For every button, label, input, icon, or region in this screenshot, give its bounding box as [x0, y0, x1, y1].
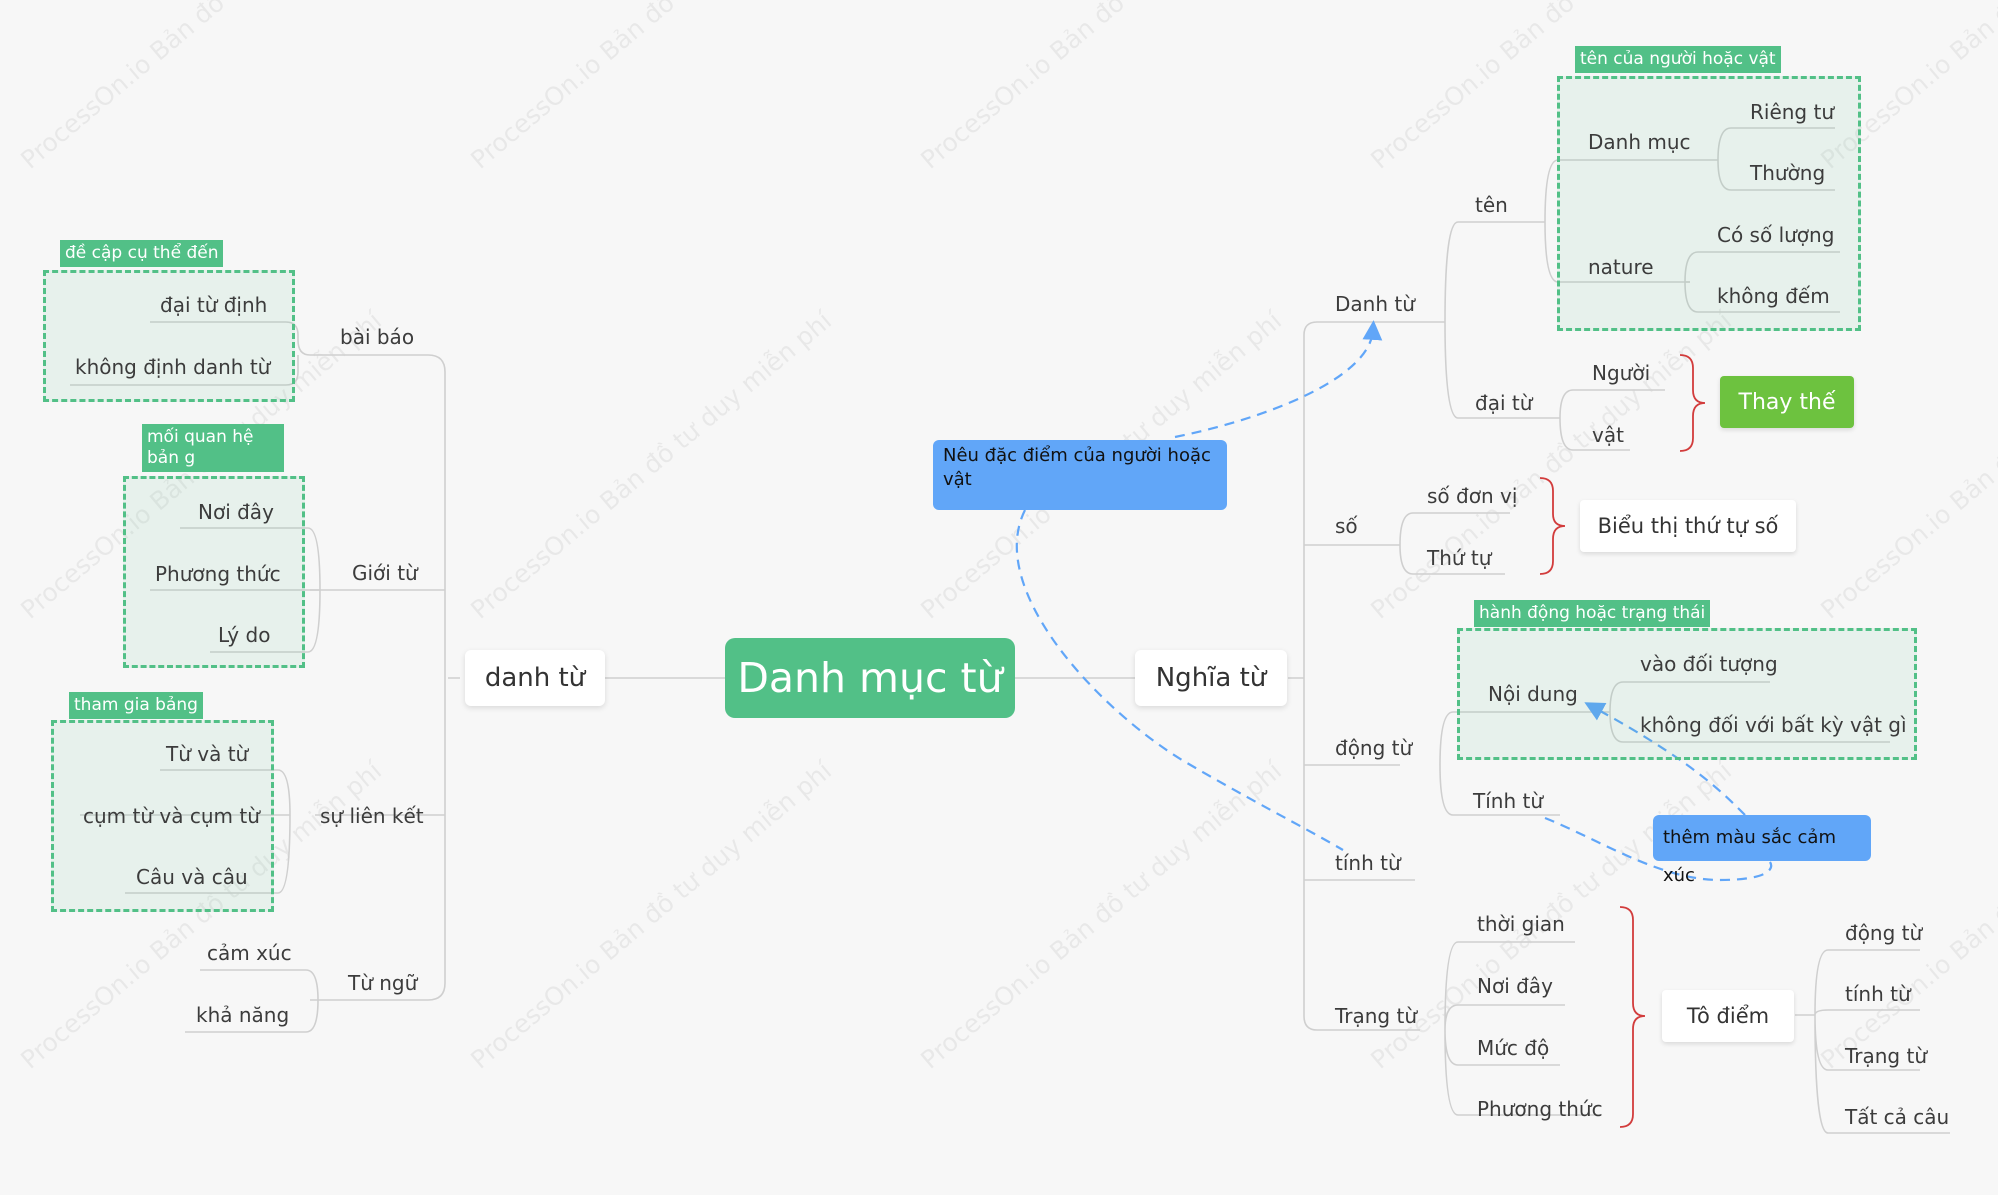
node-adjective[interactable]: tính từ	[1335, 851, 1401, 875]
topic-word-meaning[interactable]: Nghĩa từ	[1135, 650, 1287, 706]
node-reason[interactable]: Lý do	[218, 623, 270, 647]
node-decor-adjective[interactable]: tính từ	[1845, 982, 1911, 1006]
node-common[interactable]: Thường	[1750, 161, 1825, 185]
node-interjection[interactable]: Từ ngữ	[348, 971, 417, 995]
node-content[interactable]: Nội dung	[1488, 682, 1578, 706]
box-label-name: tên của người hoặc vật	[1575, 46, 1781, 73]
node-sentence-sentence[interactable]: Câu và câu	[136, 865, 248, 889]
box-label-content: hành động hoặc trạng thái	[1474, 600, 1711, 627]
root-topic[interactable]: Danh mục từ	[725, 638, 1015, 718]
node-ability[interactable]: khả năng	[196, 1003, 289, 1027]
node-verb-adjective[interactable]: Tính từ	[1473, 789, 1543, 813]
node-phrase-phrase[interactable]: cụm từ và cụm từ	[83, 804, 260, 828]
node-time[interactable]: thời gian	[1477, 912, 1565, 936]
node-uncountable[interactable]: không đếm	[1717, 284, 1830, 308]
node-person[interactable]: Người	[1592, 361, 1650, 385]
box-label-article: đề cập cụ thể đến	[60, 240, 224, 267]
node-degree[interactable]: Mức độ	[1477, 1036, 1549, 1060]
node-indefinite[interactable]: không định danh từ	[75, 355, 270, 379]
node-number[interactable]: số	[1335, 514, 1358, 538]
node-place[interactable]: Nơi đây	[198, 500, 274, 524]
summary-decorate[interactable]: Tô điểm	[1662, 990, 1794, 1042]
node-adverb[interactable]: Trạng từ	[1335, 1004, 1417, 1028]
node-adverb-manner[interactable]: Phương thức	[1477, 1097, 1603, 1121]
brace-adverb	[1619, 906, 1646, 1128]
node-nature[interactable]: nature	[1588, 255, 1654, 279]
link-pronoun	[1510, 389, 1665, 451]
box-label-preposition: mối quan hệ bản g	[142, 424, 284, 472]
boundary-article	[43, 270, 295, 402]
node-pronoun[interactable]: đại từ	[1475, 391, 1532, 415]
node-transitive[interactable]: vào đối tượng	[1640, 652, 1778, 676]
topic-noun-left[interactable]: danh từ	[465, 650, 605, 706]
node-verb[interactable]: động từ	[1335, 736, 1412, 760]
callout-describe[interactable]: Nêu đặc điểm của người hoặc vật	[933, 440, 1227, 510]
node-countable[interactable]: Có số lượng	[1717, 223, 1834, 247]
node-noun[interactable]: Danh từ	[1335, 292, 1415, 316]
node-article[interactable]: bài báo	[340, 325, 414, 349]
node-conjunction[interactable]: sự liên kết	[320, 804, 424, 828]
summary-ordinal-number[interactable]: Biểu thị thứ tự số	[1580, 500, 1796, 552]
node-name[interactable]: tên	[1475, 193, 1508, 217]
node-manner[interactable]: Phương thức	[155, 562, 281, 586]
right-trunk	[1288, 321, 1445, 1031]
node-decor-sentence[interactable]: Tất cả câu	[1845, 1105, 1949, 1129]
brace-number	[1539, 477, 1566, 575]
link-noun	[1444, 221, 1540, 419]
box-label-conjunction: tham gia bảng	[69, 692, 203, 719]
node-adverb-place[interactable]: Nơi đây	[1477, 974, 1553, 998]
node-category[interactable]: Danh mục	[1588, 130, 1691, 154]
node-private[interactable]: Riêng tư	[1750, 100, 1834, 124]
callout-color-emotion[interactable]: thêm màu sắc cảm xúc	[1653, 815, 1871, 886]
mind-map-canvas: ProcessOn.io Bản đồ tư duy miễn phí Proce…	[0, 0, 1998, 1195]
node-word-word[interactable]: Từ và từ	[166, 742, 248, 766]
node-preposition[interactable]: Giới từ	[352, 561, 418, 585]
node-cardinal[interactable]: số đơn vị	[1427, 484, 1517, 508]
node-definite[interactable]: đại từ định	[160, 293, 267, 317]
node-decor-adverb[interactable]: Trạng từ	[1845, 1044, 1927, 1068]
link-adverb	[1444, 941, 1600, 1116]
relation-describe-noun	[1174, 320, 1383, 439]
node-decor-verb[interactable]: động từ	[1845, 921, 1922, 945]
summary-replace[interactable]: Thay thế	[1720, 376, 1854, 428]
left-trunk	[310, 354, 460, 1001]
node-intransitive[interactable]: không đối với bất kỳ vật gì	[1640, 713, 1907, 737]
node-thing[interactable]: vật	[1592, 423, 1624, 447]
brace-pronoun	[1679, 354, 1706, 452]
node-emotion[interactable]: cảm xúc	[207, 941, 292, 965]
node-ordinal[interactable]: Thứ tự	[1427, 546, 1491, 570]
